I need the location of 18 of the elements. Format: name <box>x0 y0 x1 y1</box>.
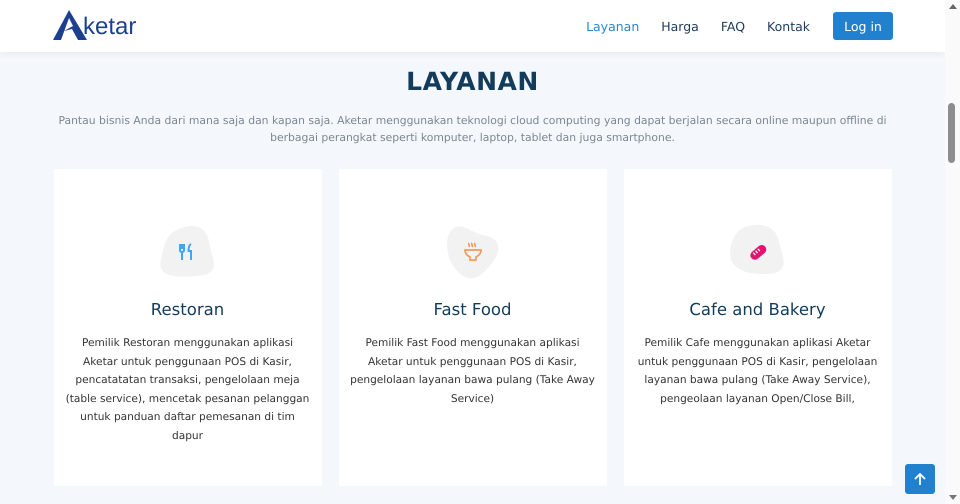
card-text: Pemilik Cafe menggunakan aplikasi Aketar untuk penggunaan POS di Kasir, pengelolaan layanan bawa pulang (Take Away Service), pengeolaan layanan Open/Close Bill, <box>636 336 878 406</box>
nav-link[interactable]: Harga <box>650 18 710 34</box>
scroll-top-button[interactable] <box>905 464 935 494</box>
card-title: Fast Food <box>434 300 512 319</box>
nav-link[interactable]: Layanan <box>575 18 650 34</box>
bowl-icon <box>462 242 482 262</box>
card-title: Cafe and Bakery <box>689 300 826 319</box>
arrow-up-icon <box>913 472 927 486</box>
card-text: Pemilik Restoran menggunakan aplikasi Aketar untuk penggunaan POS di Kasir, pencatatatan transaksi, pengelolaan meja (table service), mencetak pesanan pelanggan untuk panduan daftar pemesanan di tim dapur <box>64 336 310 444</box>
scrollbar[interactable] <box>945 0 960 504</box>
logo-text: ketar <box>83 14 136 40</box>
section-title: LAYANAN <box>406 67 539 96</box>
card-text: Pemilik Fast Food menggunakan aplikasi Aketar untuk penggunaan POS di Kasir, pengelolaan layanan bawa pulang (Take Away Service) <box>349 336 596 406</box>
section-intro: Pantau bisnis Anda dari mana saja dan kapan saja. Aketar menggunakan teknologi cloud computing yang dapat berjalan secara online maupun offline di berbagai perangkat seperti komputer, laptop, tablet dan juga smartphone. <box>57 113 888 146</box>
nav-link[interactable]: Kontak <box>756 18 821 34</box>
card-title: Restoran <box>150 300 224 319</box>
login-button[interactable]: Log in <box>833 12 893 40</box>
nav-link[interactable]: FAQ <box>710 18 756 34</box>
